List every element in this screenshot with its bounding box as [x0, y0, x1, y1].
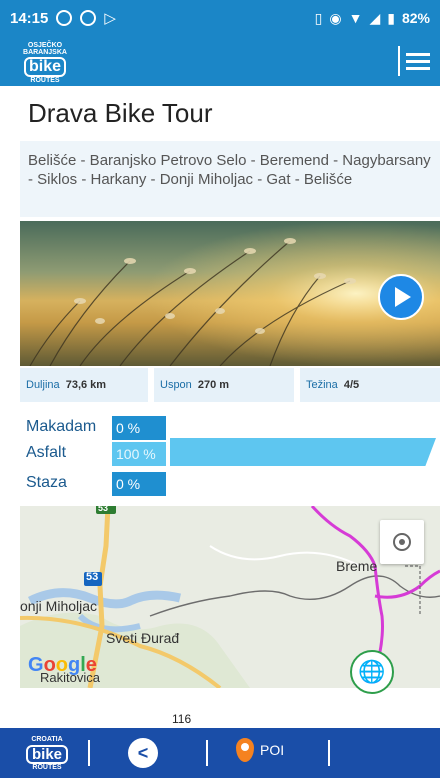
divider — [88, 740, 90, 766]
app-logo[interactable]: OSJEČKO BARANJSKA bike ROUTES — [18, 42, 72, 84]
stat-difficulty-value: 4/5 — [343, 379, 360, 391]
app-bar: OSJEČKO BARANJSKA bike ROUTES — [0, 36, 440, 86]
divider — [206, 740, 208, 766]
google-attribution: Google — [28, 654, 97, 676]
play-video-button[interactable] — [378, 274, 424, 320]
crosshair-icon — [393, 533, 411, 551]
surface-label-staza: Staza — [26, 474, 67, 491]
signal-icon: ◢ — [369, 9, 381, 26]
status-time: 14:15 — [10, 9, 49, 27]
map-place-sveti-durad: Sveti Đurađ — [106, 630, 180, 646]
tour-video-thumbnail[interactable] — [20, 221, 440, 366]
location-status-icon: ◉ — [329, 9, 342, 26]
stat-length-value: 73,6 km — [65, 379, 107, 391]
surface-label-asfalt: Asfalt — [26, 444, 67, 461]
surface-bar-asfalt — [170, 438, 436, 466]
battery-level: 82% — [401, 10, 430, 26]
road-shield-top: 53 — [98, 506, 109, 513]
page-counter: 116 — [172, 712, 192, 726]
messenger-icon — [80, 10, 97, 26]
wifi-icon: ▼ — [348, 10, 363, 26]
croatia-bike-logo[interactable]: CROATIA bike ROUTES — [18, 736, 76, 771]
divider — [328, 740, 330, 766]
hamburger-menu-icon[interactable] — [398, 46, 430, 76]
share-button[interactable]: < — [128, 738, 158, 768]
stat-ascent: Uspon 270 m — [154, 368, 294, 402]
logo-bike: bike — [24, 57, 66, 77]
logo-line-1: OSJEČKO — [27, 42, 63, 49]
surface-label-makadam: Makadam — [26, 418, 97, 435]
stat-length: Duljina 73,6 km — [20, 368, 148, 402]
status-bar: 14:15 ▷ ▯ ◉ ▼ ◢ ▮ 82% — [0, 0, 440, 36]
logo-routes: ROUTES — [30, 77, 60, 84]
stat-difficulty: Težina 4/5 — [300, 368, 440, 402]
google-logo: Google — [28, 654, 97, 677]
whatsapp-icon — [56, 10, 73, 26]
poi-button[interactable]: POI — [236, 738, 284, 762]
surface-percent-makadam: 0 % — [112, 416, 166, 440]
map-pin-icon — [236, 738, 254, 762]
stat-length-label: Duljina — [26, 379, 60, 391]
surface-percent-staza: 0 % — [112, 472, 166, 496]
bb-logo-bike: bike — [26, 745, 68, 764]
my-location-button[interactable] — [380, 520, 424, 564]
stat-ascent-label: Uspon — [160, 379, 192, 391]
page-title: Drava Bike Tour — [28, 98, 213, 128]
map-place-breme: Breme — [336, 558, 378, 574]
vibrate-icon: ▯ — [314, 9, 323, 26]
play-store-icon: ▷ — [104, 10, 116, 27]
share-icon: < — [137, 742, 149, 763]
surface-percent-asfalt: 100 % — [112, 442, 166, 466]
route-description: Belišće - Baranjsko Petrovo Selo - Berem… — [20, 141, 440, 217]
bb-logo-routes: ROUTES — [32, 764, 62, 771]
stat-ascent-value: 270 m — [197, 379, 230, 391]
battery-icon: ▮ — [387, 9, 395, 26]
road-shield-53: 53 — [86, 571, 99, 583]
map-place-donji-miholjac: onji Miholjac — [20, 598, 98, 614]
logo-line-2: BARANJSKA — [23, 49, 67, 56]
bottom-bar: CROATIA bike ROUTES < POI — [0, 728, 440, 778]
stat-difficulty-label: Težina — [306, 379, 338, 391]
poi-label: POI — [260, 742, 285, 758]
globe-location-icon[interactable]: 🌐 — [350, 650, 394, 694]
bb-logo-line: CROATIA — [31, 736, 63, 743]
